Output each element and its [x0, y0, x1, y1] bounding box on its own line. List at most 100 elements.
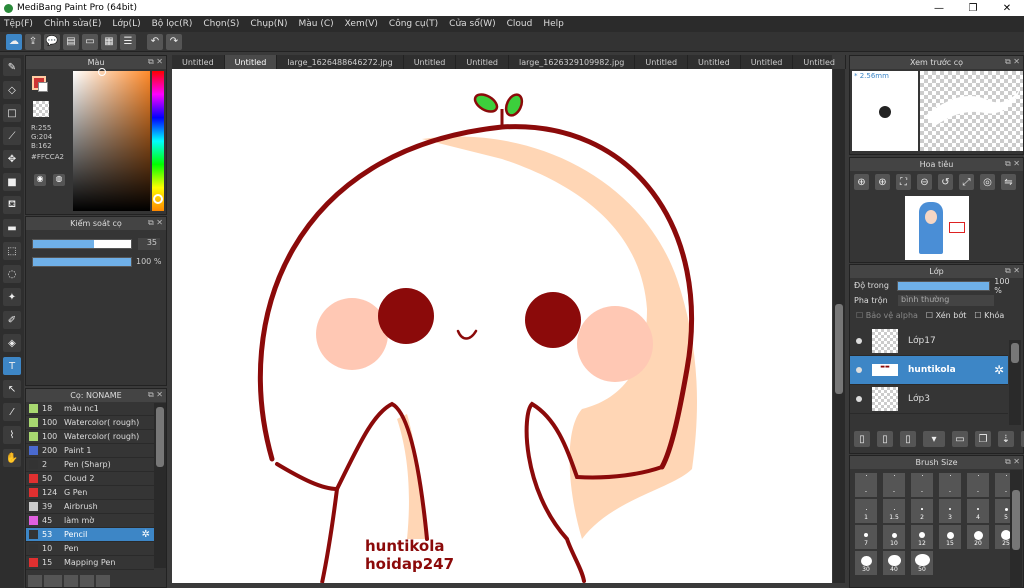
new-layer-icon[interactable]: ▯: [854, 431, 870, 447]
hand-tool-icon[interactable]: ✋: [3, 449, 21, 467]
brush-list-item[interactable]: 18 màu nc1: [26, 402, 154, 416]
comment-icon[interactable]: ▤: [63, 33, 79, 50]
brush-settings-gear-icon[interactable]: ✲: [142, 529, 150, 540]
transparent-color[interactable]: [33, 101, 49, 117]
fit-icon[interactable]: ⛶: [896, 174, 911, 190]
panel-menu-icon[interactable]: ⧉ ✕: [1005, 457, 1020, 467]
new-1bit-layer-icon[interactable]: ▯: [900, 431, 916, 447]
visibility-icon[interactable]: [856, 396, 862, 402]
merge-layer-icon[interactable]: ⇣: [998, 431, 1014, 447]
navigator-thumbnail[interactable]: [905, 196, 969, 260]
panel-menu-icon[interactable]: ⧉ ✕: [1005, 159, 1020, 169]
panel-menu-icon[interactable]: ⧉ ✕: [1005, 57, 1020, 67]
text-tool-icon[interactable]: T: [3, 357, 21, 375]
hue-slider[interactable]: [152, 71, 164, 211]
menu-cloud[interactable]: Cloud: [507, 19, 533, 29]
brush-list-item[interactable]: 45 làm mờ: [26, 514, 154, 528]
brush-size-cell[interactable]: 50: [911, 551, 933, 575]
upload-icon[interactable]: ⇪: [25, 33, 41, 50]
color-history-icon[interactable]: ◍: [53, 174, 65, 186]
brush-size-cell[interactable]: -: [855, 473, 877, 497]
rect-tool-icon[interactable]: □: [3, 104, 21, 122]
gradient-tool-icon[interactable]: ▬: [3, 219, 21, 237]
layer-row-selected[interactable]: ▬▬ huntikola ✲: [850, 356, 1008, 385]
tab-document[interactable]: Untitled: [741, 55, 794, 69]
brush-tool-icon[interactable]: ✎: [3, 58, 21, 76]
brush-size-cell[interactable]: 2: [911, 499, 933, 523]
layer-row[interactable]: Lớp17: [850, 327, 1008, 356]
brush-list-item[interactable]: 124 G Pen: [26, 486, 154, 500]
page-icon[interactable]: ▭: [82, 33, 98, 50]
protect-alpha-checkbox[interactable]: ☐ Bảo vệ alpha: [856, 311, 918, 320]
tab-document-active[interactable]: Untitled: [224, 55, 278, 69]
tab-document[interactable]: Untitled: [688, 55, 741, 69]
menu-tools[interactable]: Công cụ(T): [389, 19, 438, 29]
duplicate-layer-icon[interactable]: ❐: [975, 431, 991, 447]
sv-cursor[interactable]: [98, 68, 106, 76]
eyedropper-icon[interactable]: ⌇: [3, 426, 21, 444]
tab-document[interactable]: Untitled: [404, 55, 457, 69]
menu-view[interactable]: Xem(V): [345, 19, 378, 29]
folder-icon[interactable]: [80, 575, 94, 587]
menu-file[interactable]: Tệp(F): [4, 19, 33, 29]
brush-size-slider[interactable]: [32, 239, 132, 249]
brush-size-cell[interactable]: -: [939, 473, 961, 497]
menu-filter[interactable]: Bộ lọc(R): [152, 19, 193, 29]
menu-capture[interactable]: Chụp(N): [250, 19, 287, 29]
eraser-tool-icon[interactable]: ◇: [3, 81, 21, 99]
undo-icon[interactable]: ↶: [147, 33, 163, 50]
select-rect-icon[interactable]: ⬚: [3, 242, 21, 260]
brush-size-cell[interactable]: 4: [967, 499, 989, 523]
layer-list-scrollbar[interactable]: [1009, 340, 1021, 425]
brush-list-item[interactable]: 15 Mapping Pen: [26, 556, 154, 570]
brush-list-scrollbar[interactable]: [154, 403, 166, 568]
menu-layer[interactable]: Lớp(L): [112, 19, 140, 29]
panel-menu-icon[interactable]: ⧉ ✕: [148, 218, 163, 228]
palette-icon[interactable]: ◉: [34, 174, 46, 186]
visibility-icon[interactable]: [856, 367, 862, 373]
brush-size-cell[interactable]: 30: [855, 551, 877, 575]
copy-brush-icon[interactable]: [64, 575, 78, 587]
panel-menu-icon[interactable]: ⧉ ✕: [148, 57, 163, 67]
brush-size-scrollbar[interactable]: [1010, 470, 1022, 588]
drawing-canvas[interactable]: huntikola hoidap247: [172, 69, 832, 583]
hue-cursor[interactable]: [153, 194, 163, 204]
grid-icon[interactable]: ▦: [101, 33, 117, 50]
lasso-icon[interactable]: ◌: [3, 265, 21, 283]
layer-folder-icon[interactable]: ▭: [952, 431, 968, 447]
canvas-vertical-scrollbar[interactable]: [833, 69, 845, 583]
brush-size-cell[interactable]: 1.5: [883, 499, 905, 523]
lock-checkbox[interactable]: ☐ Khóa: [974, 311, 1004, 320]
brush-list-item[interactable]: 100 Watercolor( rough): [26, 416, 154, 430]
tab-document[interactable]: large_1626488646272.jpg: [277, 55, 404, 69]
brush-size-cell[interactable]: 40: [883, 551, 905, 575]
zoom-out-icon[interactable]: ⊖: [917, 174, 932, 190]
brush-size-cell[interactable]: 15: [939, 525, 961, 549]
menu-window[interactable]: Cửa sổ(W): [449, 19, 495, 29]
menu-color[interactable]: Màu (C): [299, 19, 334, 29]
speech-bubble-icon[interactable]: 💬: [44, 33, 60, 50]
duplicate-icon[interactable]: [96, 575, 110, 587]
rotate-left-icon[interactable]: ↺: [938, 174, 953, 190]
brush-opacity-slider[interactable]: [32, 257, 132, 267]
tab-document[interactable]: large_1626329109982.jpg: [509, 55, 636, 69]
select-pen-icon[interactable]: ✐: [3, 311, 21, 329]
tab-document[interactable]: Untitled: [793, 55, 846, 69]
brush-menu-icon[interactable]: [44, 575, 62, 587]
tab-document[interactable]: Untitled: [456, 55, 509, 69]
brush-list-item[interactable]: 200 Paint 1: [26, 444, 154, 458]
clipping-checkbox[interactable]: ☐ Xén bớt: [926, 311, 966, 320]
brush-size-cell[interactable]: -: [911, 473, 933, 497]
brush-list-item[interactable]: 50 Cloud 2: [26, 472, 154, 486]
blend-mode-select[interactable]: bình thường: [898, 295, 994, 306]
add-layer-menu-icon[interactable]: ▾: [923, 431, 945, 447]
layer-row[interactable]: Lớp3: [850, 385, 1008, 414]
navigator-viewport[interactable]: [949, 222, 965, 233]
cloud-icon[interactable]: ☁: [6, 33, 22, 50]
brush-size-cell[interactable]: 3: [939, 499, 961, 523]
move-tool-icon[interactable]: ✥: [3, 150, 21, 168]
add-brush-icon[interactable]: [28, 575, 42, 587]
redo-icon[interactable]: ↷: [166, 33, 182, 50]
operation-tool-icon[interactable]: ↖: [3, 380, 21, 398]
brush-list-item[interactable]: 39 Airbrush: [26, 500, 154, 514]
